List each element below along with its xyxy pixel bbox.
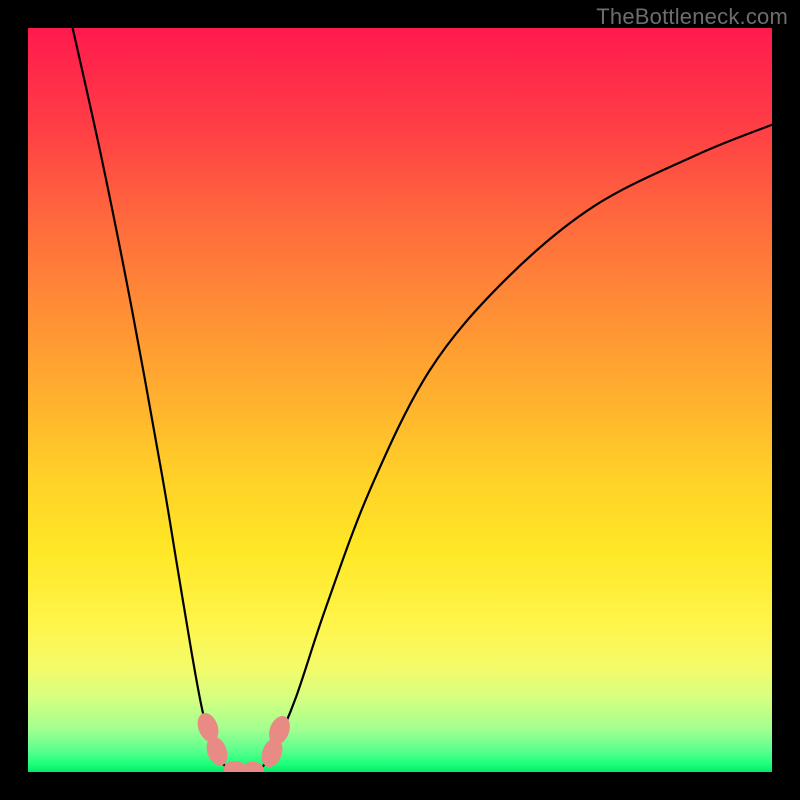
plot-area [28, 28, 772, 772]
chart-frame: TheBottleneck.com [0, 0, 800, 800]
curve-left-branch [73, 28, 237, 772]
curve-layer [28, 28, 772, 772]
bottom-marker-2 [242, 762, 264, 772]
curve-right-branch [259, 125, 772, 772]
watermark-text: TheBottleneck.com [596, 4, 788, 30]
